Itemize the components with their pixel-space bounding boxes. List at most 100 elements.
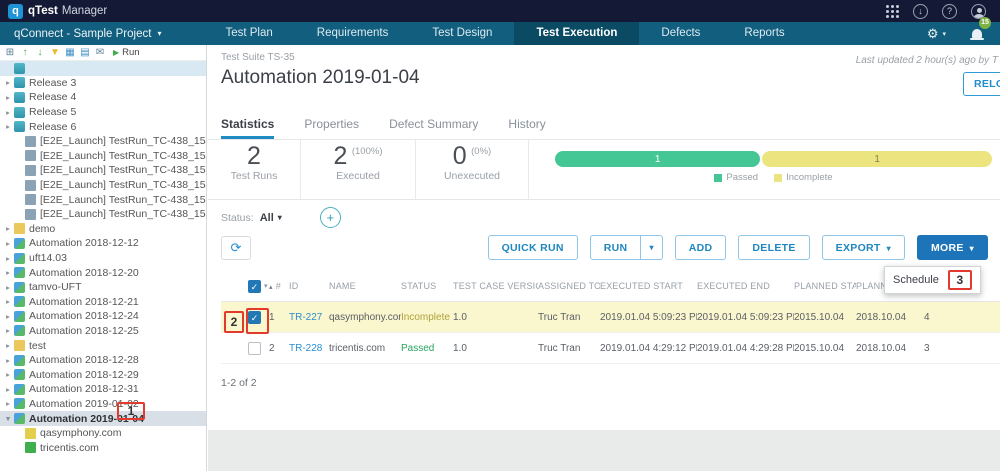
nav-tab-requirements[interactable]: Requirements [295,22,411,45]
refresh-button[interactable]: ⟳ [221,236,251,260]
grid-icon[interactable]: ▦ [63,46,77,60]
column-header-planned-start-date[interactable]: PLANNED START DATE [794,281,856,291]
delete-button[interactable]: DELETE [738,235,809,260]
column-header-number[interactable]: ▴# [269,281,289,291]
more-button[interactable]: MORE▾ [917,235,988,260]
test-run-id-link[interactable]: TR-228 [289,343,329,354]
tree-item-release-5[interactable]: ▸ Release 5 [0,105,206,120]
tab-statistics[interactable]: Statistics [221,111,274,139]
tree-item-automation-2019-01-04[interactable]: ▾ Automation 2019-01-04 [0,411,206,426]
tree-item-e2e-testrun[interactable]: [E2E_Launch] TestRun_TC-438_154467612786… [0,192,206,207]
nav-tab-defects[interactable]: Defects [639,22,722,45]
tree-item-e2e-testrun[interactable]: [E2E_Launch] TestRun_TC-438_154467612786… [0,149,206,164]
expander-icon[interactable]: ▸ [3,122,13,131]
tree-item-partial[interactable] [0,61,206,76]
tree-item-e2e-testrun[interactable]: [E2E_Launch] TestRun_TC-438_154467612786… [0,134,206,149]
tree-item-automation-2018-12-21[interactable]: ▸ Automation 2018-12-21 [0,295,206,310]
tree-item-qasymphony[interactable]: qasymphony.com [0,426,206,441]
expander-icon[interactable]: ▸ [3,370,13,379]
column-header-id[interactable]: ID [289,281,329,291]
tab-defect-summary[interactable]: Defect Summary [389,111,478,139]
column-header-test-case-version[interactable]: TEST CASE VERSION [453,281,538,291]
expander-icon[interactable]: ▸ [3,326,13,335]
settings-gear-icon[interactable]: ⚙ ▾ [927,26,946,42]
expander-icon[interactable]: ▸ [3,297,13,306]
tree-item-automation-2018-12-29[interactable]: ▸ Automation 2018-12-29 [0,367,206,382]
expander-icon[interactable]: ▸ [3,283,13,292]
tree-item-automation-2018-12-28[interactable]: ▸ Automation 2018-12-28 [0,353,206,368]
add-button[interactable]: ADD [675,235,727,260]
tree-item-demo[interactable]: ▸ demo [0,222,206,237]
expander-icon[interactable]: ▸ [3,268,13,277]
tree-item-automation-2018-12-31[interactable]: ▸ Automation 2018-12-31 [0,382,206,397]
row-checkbox[interactable] [248,342,261,355]
column-header-status[interactable]: STATUS [401,281,453,291]
tree-item-tamvo-uft[interactable]: ▸ tamvo-UFT [0,280,206,295]
expander-icon[interactable]: ▸ [3,108,13,117]
mail-icon[interactable]: ✉ [93,46,107,60]
help-icon[interactable]: ? [942,4,957,19]
notifications-bell-icon[interactable]: 15 [972,25,982,43]
tree-item-uft14-03[interactable]: ▸ uft14.03 [0,251,206,266]
nav-tab-test-plan[interactable]: Test Plan [203,22,294,45]
detail-tabs: Statistics Properties Defect Summary His… [208,111,1000,140]
run-button[interactable]: RUN [590,235,642,260]
tree-item-e2e-testrun[interactable]: [E2E_Launch] TestRun_TC-438_154467612786… [0,163,206,178]
run-button-sidebar[interactable]: ▶ Run [113,47,140,58]
tree-item-e2e-testrun[interactable]: [E2E_Launch] TestRun_TC-438_154467612786… [0,178,206,193]
download-icon[interactable]: ↓ [913,4,928,19]
reload-button[interactable]: RELOAD [963,72,1000,96]
stat-percent: (0%) [471,146,491,157]
column-header-assigned-to[interactable]: ASSIGNED TO [538,281,600,291]
move-up-icon[interactable]: ↑ [18,46,32,60]
export-button[interactable]: EXPORT▾ [822,235,905,260]
tree-item-release-4[interactable]: ▸ Release 4 [0,90,206,105]
test-run-row[interactable]: ✓ 1 TR-227 qasymphony.com Incomplete 1.0… [221,302,1000,333]
tab-history[interactable]: History [508,111,545,139]
add-filter-button[interactable]: + [320,207,341,228]
nav-tab-test-design[interactable]: Test Design [410,22,514,45]
tree-item-e2e-testrun[interactable]: [E2E_Launch] TestRun_TC-438_154467612786… [0,207,206,222]
tree-item-automation-2019-01-02[interactable]: ▸ Automation 2019-01-02 [0,397,206,412]
filter-icon[interactable]: ▼ [48,46,62,60]
legend-label: Passed [726,172,758,183]
column-header-executed-end[interactable]: EXECUTED END [697,281,794,291]
expander-icon[interactable]: ▸ [3,341,13,350]
expander-icon[interactable]: ▸ [3,239,13,248]
move-down-icon[interactable]: ↓ [33,46,47,60]
expander-icon[interactable]: ▸ [3,312,13,321]
tree-item-release-6[interactable]: ▸ Release 6 [0,119,206,134]
chevron-down-icon[interactable]: ▾ [264,282,268,290]
select-all-checkbox[interactable]: ✓ [248,280,261,293]
column-header-name[interactable]: NAME [329,281,401,291]
column-header-executed-start[interactable]: EXECUTED START [600,281,697,291]
tree-item-release-3[interactable]: ▸ Release 3 [0,76,206,91]
tree-item-automation-2018-12-20[interactable]: ▸ Automation 2018-12-20 [0,265,206,280]
project-selector[interactable]: qConnect - Sample Project ▾ [0,28,175,40]
columns-icon[interactable]: ▤ [78,46,92,60]
expander-icon[interactable]: ▸ [3,399,13,408]
tab-properties[interactable]: Properties [304,111,359,139]
status-filter-dropdown[interactable]: All ▾ [260,212,282,224]
run-dropdown-button[interactable]: ▾ [641,235,662,260]
expander-icon[interactable]: ▸ [3,93,13,102]
nav-tab-reports[interactable]: Reports [722,22,806,45]
expander-icon[interactable]: ▸ [3,356,13,365]
tree-item-automation-2018-12-12[interactable]: ▸ Automation 2018-12-12 [0,236,206,251]
tree-item-automation-2018-12-25[interactable]: ▸ Automation 2018-12-25 [0,324,206,339]
expander-icon[interactable]: ▸ [3,254,13,263]
tree-item-automation-2018-12-24[interactable]: ▸ Automation 2018-12-24 [0,309,206,324]
nav-tab-test-execution[interactable]: Test Execution [514,22,639,45]
expander-icon[interactable]: ▸ [3,385,13,394]
quick-run-button[interactable]: QUICK RUN [488,235,578,260]
tree-item-tricentis[interactable]: tricentis.com [0,440,206,455]
menu-item-schedule[interactable]: Schedule [893,274,939,286]
test-run-row[interactable]: 2 TR-228 tricentis.com Passed 1.0 Truc T… [221,333,1000,364]
tree-item-test[interactable]: ▸ test [0,338,206,353]
expander-icon[interactable]: ▸ [3,78,13,87]
apps-grid-icon[interactable] [885,4,899,18]
expander-icon[interactable]: ▸ [3,224,13,233]
expander-icon[interactable]: ▾ [3,414,13,423]
test-run-id-link[interactable]: TR-227 [289,312,329,323]
sitemap-icon[interactable]: ⊞ [3,46,17,60]
